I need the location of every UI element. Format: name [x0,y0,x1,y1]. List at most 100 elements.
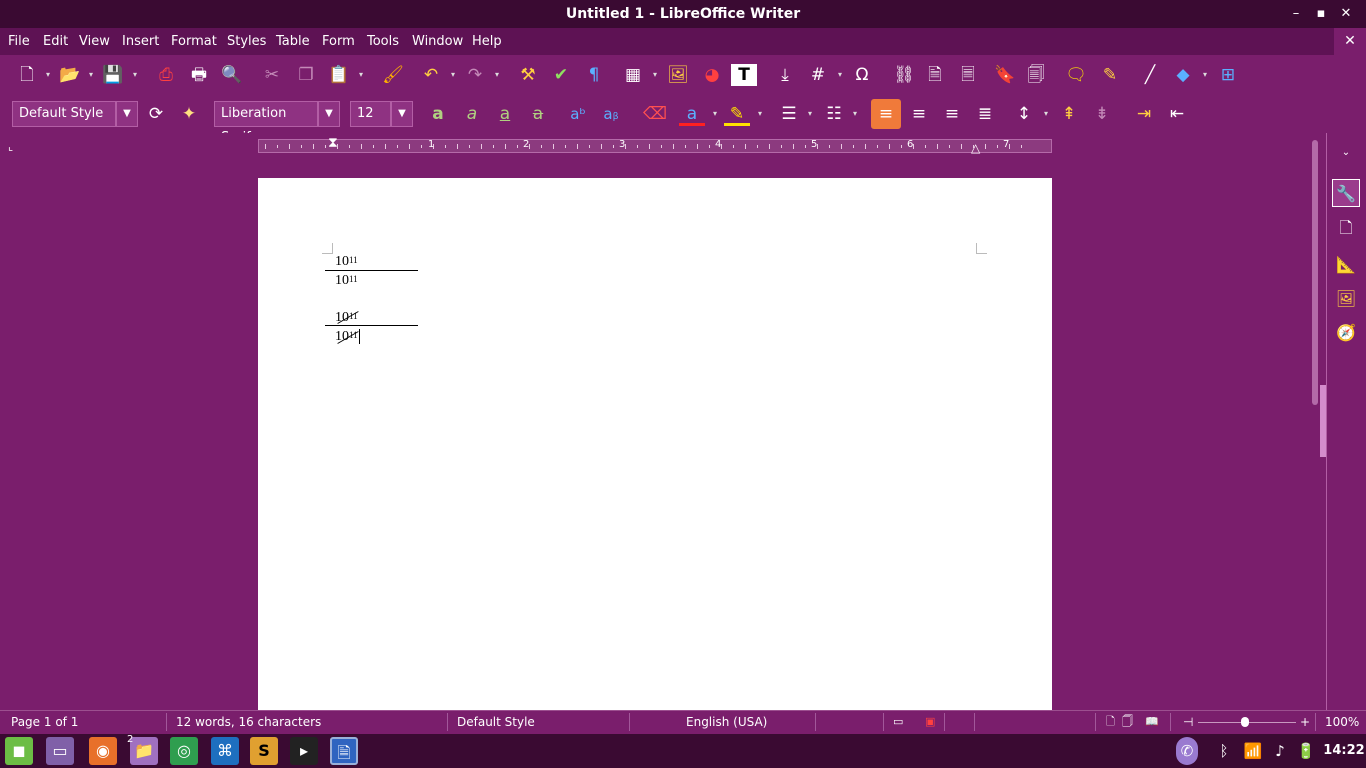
line-icon[interactable]: ╱ [1137,62,1163,88]
font-size-dropdown-icon[interactable]: ▼ [391,101,413,127]
bookmark-icon[interactable]: 🔖 [992,62,1018,88]
firefox-icon[interactable]: ◉ [89,737,117,765]
single-page-view-icon[interactable]: 🗋 [1106,710,1115,734]
insert-table-icon[interactable]: ▦ [620,62,646,88]
undo-dropdown-icon[interactable]: ▾ [449,71,457,79]
draw-functions-icon[interactable]: ⊞ [1215,62,1241,88]
print-icon[interactable]: 🖶 [186,62,212,88]
page-icon[interactable]: 🗋 [1332,214,1360,242]
writer-taskbar-icon[interactable]: 🗎 [330,737,358,765]
bluetooth-tray-icon[interactable]: ᛒ [1213,737,1235,765]
terminal-icon[interactable]: ▸ [290,737,318,765]
update-style-icon[interactable]: ⟳ [143,101,169,127]
zoom-level[interactable]: 100% [1325,710,1359,734]
track-changes-icon[interactable]: ✎ [1097,62,1123,88]
redo-dropdown-icon[interactable]: ▾ [493,71,501,79]
new-document-icon[interactable]: 🗋 [14,62,40,88]
language-status[interactable]: English (USA) [686,710,767,734]
minimize-button[interactable]: – [1286,4,1306,24]
word-count-status[interactable]: 12 words, 16 characters [176,710,321,734]
sidebar-menu-icon[interactable]: ⌄ [1332,143,1360,163]
superscript-icon[interactable]: aᵇ [565,101,591,127]
page-style-status[interactable]: Default Style [457,710,535,734]
zoom-out-icon[interactable]: ⊣ [1183,710,1193,734]
horizontal-ruler[interactable] [258,139,1052,153]
properties-wrench-icon[interactable]: 🔧 [1332,179,1360,207]
chrome-icon[interactable]: ◎ [170,737,198,765]
cross-reference-icon[interactable]: 🗐 [1023,62,1049,88]
menu-form[interactable]: Form [322,28,355,55]
align-right-icon[interactable]: ≡ [939,101,965,127]
paste-icon[interactable]: 📋 [326,62,352,88]
increase-paragraph-spacing-icon[interactable]: ⇞ [1056,101,1082,127]
zoom-slider-thumb[interactable] [1241,717,1249,727]
export-pdf-icon[interactable]: ⎙ [153,62,179,88]
underline-icon[interactable]: a [492,101,518,127]
find-replace-icon[interactable]: ⚒ [515,62,541,88]
clear-formatting-icon[interactable]: ⌫ [642,101,668,127]
page-break-icon[interactable]: ⤓ [772,62,798,88]
paragraph-style-dropdown-icon[interactable]: ▼ [116,101,138,127]
hyperlink-icon[interactable]: ⛓ [891,62,917,88]
sublime-text-icon[interactable]: S [250,737,278,765]
bold-icon[interactable]: a [425,101,451,127]
close-document-button[interactable]: ✕ [1334,28,1366,55]
special-character-icon[interactable]: Ω [849,62,875,88]
align-center-icon[interactable]: ≡ [906,101,932,127]
spelling-icon[interactable]: ✔ [548,62,574,88]
menu-table[interactable]: Table [276,28,310,55]
right-indent-marker-icon[interactable]: △ [971,142,980,154]
undo-icon[interactable]: ↶ [418,62,444,88]
numbered-dropdown-icon[interactable]: ▾ [851,110,859,118]
menu-help[interactable]: Help [472,28,502,55]
fraction-1-numerator[interactable]: 1011 [335,254,358,270]
font-color-icon[interactable]: a [679,101,705,126]
viber-tray-icon[interactable]: ✆ [1176,737,1198,765]
menu-styles[interactable]: Styles [227,28,266,55]
wifi-tray-icon[interactable]: 📶 [1242,737,1264,765]
insert-field-icon[interactable]: # [805,62,831,88]
selection-mode-icon[interactable]: ▭ [893,710,903,734]
navigator-icon[interactable]: 🧭 [1332,319,1360,347]
show-desktop-icon[interactable]: ▭ [46,737,74,765]
menu-edit[interactable]: Edit [43,28,68,55]
basic-shapes-icon[interactable]: ◆ [1170,62,1196,88]
shapes-dropdown-icon[interactable]: ▾ [1201,71,1209,79]
close-window-button[interactable]: ✕ [1336,4,1356,24]
numbered-list-icon[interactable]: ☷ [821,101,847,127]
formatting-marks-icon[interactable]: ¶ [581,62,607,88]
zoom-in-icon[interactable]: + [1300,710,1310,734]
paragraph-style-combo[interactable]: Default Style [12,101,116,127]
files-icon[interactable]: 📁 [130,737,158,765]
strikethrough-icon[interactable]: a [525,101,551,127]
maximize-button[interactable]: ▪ [1311,4,1331,24]
book-view-icon[interactable]: 📖 [1145,710,1159,734]
increase-indent-icon[interactable]: ⇥ [1131,101,1157,127]
page-count-status[interactable]: Page 1 of 1 [11,710,78,734]
table-dropdown-icon[interactable]: ▾ [651,71,659,79]
line-spacing-icon[interactable]: ↕ [1011,101,1037,127]
cut-icon[interactable]: ✂ [259,62,285,88]
insert-chart-icon[interactable]: ◕ [699,62,725,88]
copy-icon[interactable]: ❐ [293,62,319,88]
menu-tools[interactable]: Tools [367,28,399,55]
scrollbar-thumb[interactable] [1312,140,1318,405]
new-style-icon[interactable]: ✦ [176,101,202,127]
highlight-icon[interactable]: ✎ [724,101,750,126]
menu-insert[interactable]: Insert [122,28,159,55]
menu-format[interactable]: Format [171,28,217,55]
sound-tray-icon[interactable]: ♪ [1269,737,1291,765]
clock[interactable]: 14:22 [1322,737,1366,765]
redo-icon[interactable]: ↷ [462,62,488,88]
new-dropdown-icon[interactable]: ▾ [44,71,52,79]
left-indent-marker-icon[interactable]: ⧗ [328,136,338,150]
subscript-icon[interactable]: aᵦ [598,101,624,127]
vscode-icon[interactable]: ⌘ [211,737,239,765]
open-folder-icon[interactable]: 📂 [57,62,83,88]
print-preview-icon[interactable]: 🔍 [219,62,245,88]
footnote-icon[interactable]: 🗎 [922,62,948,88]
decrease-indent-icon[interactable]: ⇤ [1164,101,1190,127]
tab-stop-type-icon[interactable]: ⌞ [8,140,13,153]
font-name-combo[interactable]: Liberation Serif [214,101,318,145]
save-icon[interactable]: 💾 [100,62,126,88]
